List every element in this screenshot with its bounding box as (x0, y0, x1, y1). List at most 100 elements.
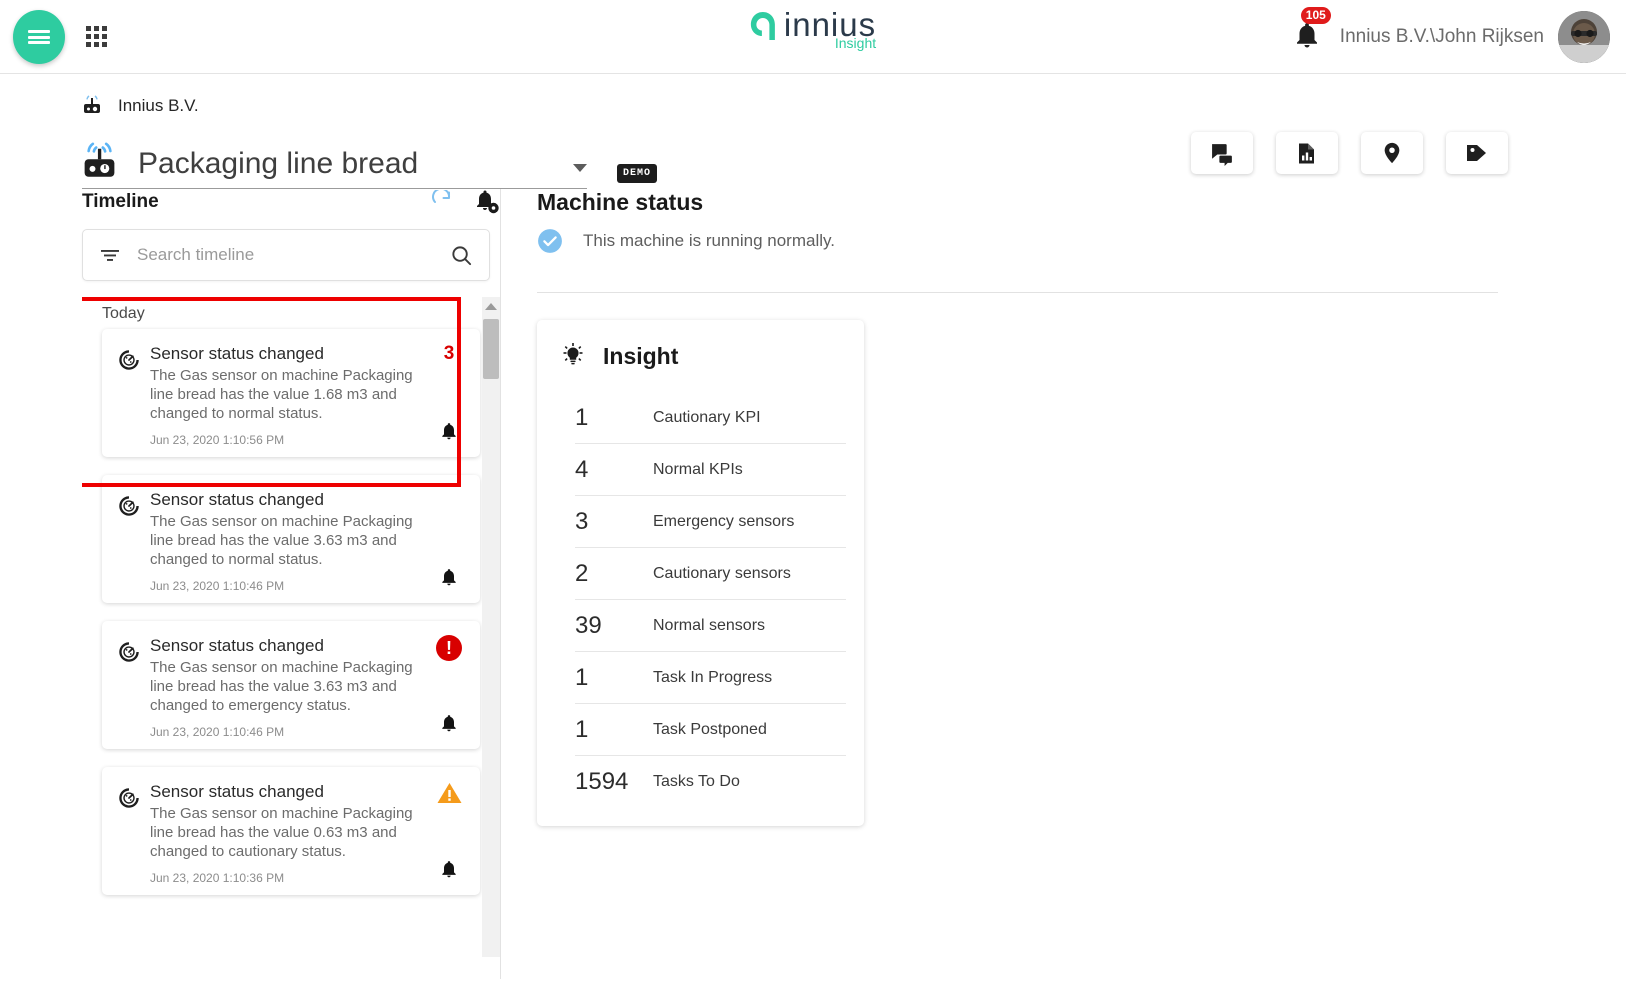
comments-button[interactable] (1191, 132, 1253, 174)
machine-status-row: This machine is running normally. (537, 228, 1626, 254)
gauge-icon (116, 343, 150, 447)
map-pin-icon (1384, 142, 1400, 164)
timeline-header: Timeline (82, 189, 500, 215)
filter-icon[interactable] (99, 246, 121, 264)
machine-icon (84, 142, 115, 177)
lightbulb-icon (563, 343, 583, 365)
insight-value: 1 (575, 663, 589, 691)
location-button[interactable] (1361, 132, 1423, 174)
tags-button[interactable] (1446, 132, 1508, 174)
insight-row[interactable]: 1594 Tasks To Do (575, 756, 846, 808)
bell-icon (442, 423, 456, 440)
card-bell-button[interactable] (439, 712, 459, 739)
timeline-card[interactable]: Sensor status changed The Gas sensor on … (102, 767, 480, 895)
machine-selector[interactable]: Packaging line bread (82, 140, 587, 189)
timeline-card-desc: The Gas sensor on machine Packaging line… (150, 659, 413, 714)
page-head: Innius B.V. Packaging line bread DEMO (0, 74, 1626, 189)
bell-icon (442, 861, 456, 878)
machine-title: Packaging line bread (138, 147, 419, 180)
gauge-icon (116, 489, 150, 593)
timeline-card-time: Jun 23, 2020 1:10:46 PM (150, 579, 285, 593)
insight-label: Emergency sensors (653, 512, 795, 530)
gauge-icon (116, 635, 150, 739)
hamburger-icon (28, 28, 50, 47)
insight-row[interactable]: 4 Normal KPIs (575, 444, 846, 496)
machine-status-text: This machine is running normally. (583, 231, 835, 250)
event-count-badge: 3 (443, 343, 455, 364)
innius-mark-icon (750, 12, 775, 40)
scrollbar-thumb[interactable] (483, 319, 499, 379)
insight-label: Task Postponed (653, 720, 767, 738)
brand-subtitle: Insight (834, 35, 877, 51)
check-circle-icon (538, 229, 562, 253)
refresh-icon (432, 190, 451, 203)
insight-value: 3 (575, 507, 589, 535)
document-chart-icon (1299, 143, 1314, 163)
insight-label: Task In Progress (653, 668, 773, 686)
tag-icon (1467, 145, 1486, 161)
bell-icon (442, 715, 456, 732)
user-name-label: Innius B.V.\John Rijksen (1339, 26, 1544, 47)
insight-value: 39 (575, 611, 602, 639)
timeline-card-time: Jun 23, 2020 1:10:36 PM (150, 871, 285, 885)
timeline-scrollbar[interactable] (482, 297, 500, 957)
cautionary-status-icon (437, 783, 461, 803)
notification-settings-button[interactable] (473, 189, 500, 215)
breadcrumb[interactable]: Innius B.V. (82, 92, 1626, 120)
insight-row[interactable]: 39 Normal sensors (575, 600, 846, 652)
chevron-down-icon[interactable] (573, 164, 587, 172)
insight-card: Insight 1 Cautionary KPI 4 Normal KPIs 3… (537, 320, 864, 826)
search-timeline-box[interactable] (82, 229, 490, 281)
search-icon[interactable] (450, 244, 473, 267)
search-input[interactable] (137, 245, 450, 265)
gauge-icon (116, 781, 150, 885)
notifications-button[interactable]: 105 (1292, 6, 1331, 56)
timeline-card-desc: The Gas sensor on machine Packaging line… (150, 513, 413, 568)
timeline-card-status: 3 (432, 343, 466, 447)
user-area: 105 Innius B.V.\John Rijksen (1292, 0, 1610, 74)
timeline-card-title: Sensor status changed (150, 636, 324, 655)
card-bell-button[interactable] (439, 566, 459, 593)
timeline-card-title: Sensor status changed (150, 782, 324, 801)
apps-grid-icon[interactable] (86, 26, 108, 48)
card-bell-button[interactable] (439, 858, 459, 885)
insight-value: 1 (575, 403, 589, 431)
insight-row[interactable]: 1 Task In Progress (575, 652, 846, 704)
notification-badge: 105 (1300, 6, 1331, 24)
insight-label: Cautionary sensors (653, 564, 791, 582)
insight-value: 4 (575, 455, 589, 483)
timeline-card[interactable]: Sensor status changed The Gas sensor on … (102, 475, 480, 603)
timeline-card-title: Sensor status changed (150, 490, 324, 509)
bell-icon (442, 569, 456, 586)
avatar[interactable] (1558, 11, 1610, 63)
timeline-title: Timeline (82, 191, 159, 212)
timeline-card[interactable]: Sensor status changed The Gas sensor on … (102, 329, 480, 457)
insight-header: Insight (559, 342, 846, 370)
bell-settings-icon (477, 190, 499, 214)
insight-row[interactable]: 1 Task Postponed (575, 704, 846, 756)
insight-label: Cautionary KPI (653, 408, 761, 426)
action-buttons (1191, 132, 1508, 174)
timeline-scroll-area: Today Sensor status changed The Gas sens… (82, 297, 500, 957)
breadcrumb-label: Innius B.V. (118, 96, 199, 115)
insight-row[interactable]: 2 Cautionary sensors (575, 548, 846, 600)
timeline-card-time: Jun 23, 2020 1:10:46 PM (150, 725, 285, 739)
insight-row[interactable]: 3 Emergency sensors (575, 496, 846, 548)
timeline-card-desc: The Gas sensor on machine Packaging line… (150, 367, 413, 422)
machine-status-title: Machine status (537, 189, 704, 215)
insight-row[interactable]: 1 Cautionary KPI (575, 392, 846, 444)
card-bell-button[interactable] (439, 420, 459, 447)
top-header: innius Insight 105 Innius B.V.\John Rijk… (0, 0, 1626, 74)
refresh-button[interactable] (431, 190, 455, 214)
timeline-card-status: ! (432, 635, 466, 739)
timeline-card-title: Sensor status changed (150, 344, 324, 363)
timeline-panel: Timeline Search timeline Today Sensor st… (0, 189, 500, 979)
reports-button[interactable] (1276, 132, 1338, 174)
timeline-card[interactable]: Sensor status changed The Gas sensor on … (102, 621, 480, 749)
timeline-card-body: Sensor status changed The Gas sensor on … (150, 635, 466, 739)
timeline-card-desc: The Gas sensor on machine Packaging line… (150, 805, 413, 860)
menu-button[interactable] (13, 10, 65, 64)
insight-value: 2 (575, 559, 589, 587)
scroll-up-arrow-icon[interactable] (485, 303, 497, 310)
insight-label: Normal sensors (653, 616, 766, 634)
